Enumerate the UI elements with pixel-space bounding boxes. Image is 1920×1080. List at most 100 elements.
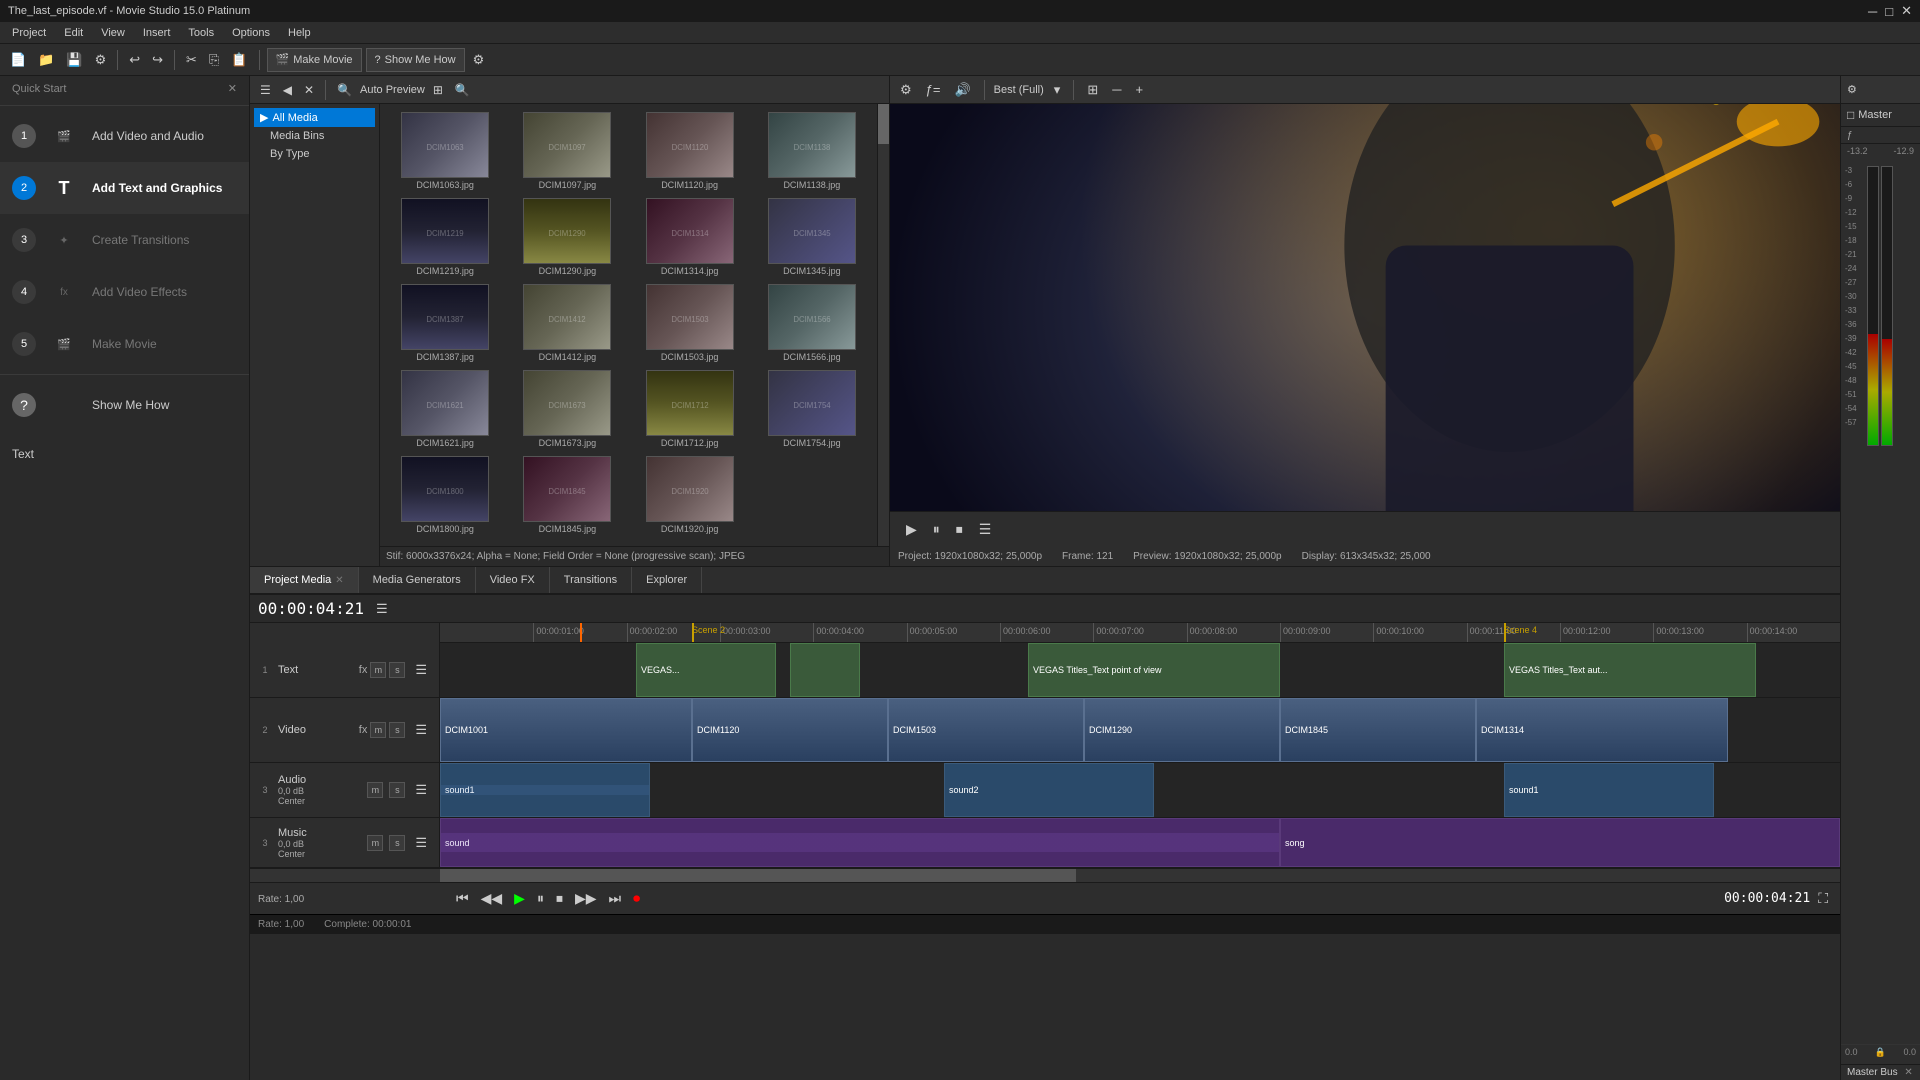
- close-button[interactable]: ✕: [1901, 3, 1912, 19]
- track-video-fx-icon[interactable]: fx: [359, 724, 368, 736]
- prev-frame-button[interactable]: ◀◀: [477, 888, 507, 909]
- media-thumb-t13[interactable]: DCIM1621 DCIM1621.jpg: [388, 370, 502, 448]
- tab-project-media-close[interactable]: ✕: [335, 575, 343, 586]
- tree-all-media[interactable]: ▶ All Media: [254, 108, 375, 127]
- track-video-content[interactable]: DCIM1001 DCIM1120 DCIM1503 DCIM1290 DCIM…: [440, 698, 1840, 762]
- tree-by-type[interactable]: By Type: [254, 145, 375, 163]
- media-thumb-t18[interactable]: DCIM1845 DCIM1845.jpg: [510, 456, 624, 534]
- preview-plus-icon[interactable]: +: [1131, 80, 1147, 99]
- media-zoom-icon[interactable]: 🔍: [451, 81, 474, 99]
- next-frame-button[interactable]: ▶▶: [571, 888, 601, 909]
- media-thumb-t4[interactable]: DCIM1138 DCIM1138.jpg: [755, 112, 869, 190]
- media-menu-icon[interactable]: ☰: [256, 81, 275, 99]
- preview-formula-icon[interactable]: ƒ=: [922, 80, 945, 99]
- media-thumb-t14[interactable]: DCIM1673 DCIM1673.jpg: [510, 370, 624, 448]
- undo-icon[interactable]: ↩: [125, 50, 144, 70]
- clip-dcim1001[interactable]: DCIM1001: [440, 698, 692, 762]
- clip-song[interactable]: song: [1280, 818, 1840, 867]
- track-solo-btn[interactable]: s: [389, 662, 405, 678]
- clip-sound1-a[interactable]: sound1: [440, 763, 650, 817]
- media-search-icon[interactable]: 🔍: [333, 81, 356, 99]
- media-thumb-t10[interactable]: DCIM1412 DCIM1412.jpg: [510, 284, 624, 362]
- media-thumb-t7[interactable]: DCIM1314 DCIM1314.jpg: [633, 198, 747, 276]
- settings-icon[interactable]: ⚙: [91, 50, 111, 70]
- track-music-mute-btn[interactable]: m: [367, 835, 383, 851]
- track-video-menu-icon[interactable]: ☰: [411, 720, 431, 740]
- media-thumb-t8[interactable]: DCIM1345 DCIM1345.jpg: [755, 198, 869, 276]
- fast-forward-button[interactable]: ⏭: [604, 888, 625, 909]
- quickstart-close-button[interactable]: ✕: [228, 82, 237, 95]
- clip-dcim1314[interactable]: DCIM1314: [1476, 698, 1728, 762]
- tree-media-bins[interactable]: Media Bins: [254, 127, 375, 145]
- track-video-mute-btn[interactable]: m: [370, 722, 386, 738]
- track-fx-icon[interactable]: fx: [359, 664, 368, 676]
- clip-dcim1290[interactable]: DCIM1290: [1084, 698, 1280, 762]
- stop-button[interactable]: ⏹: [552, 888, 567, 909]
- media-thumb-t16[interactable]: DCIM1754 DCIM1754.jpg: [755, 370, 869, 448]
- menu-insert[interactable]: Insert: [135, 25, 179, 41]
- menu-project[interactable]: Project: [4, 25, 54, 41]
- track-music-solo-btn[interactable]: s: [389, 835, 405, 851]
- timeline-ruler[interactable]: 00:00:01:0000:00:02:0000:00:03:0000:00:0…: [440, 623, 1840, 643]
- clip-dcim1503[interactable]: DCIM1503: [888, 698, 1084, 762]
- preview-settings-icon[interactable]: ⚙: [896, 80, 916, 100]
- clip-vegas-3[interactable]: VEGAS Titles_Text point of view: [1028, 643, 1280, 697]
- play-button[interactable]: ▶: [510, 888, 529, 909]
- media-thumb-t1[interactable]: DCIM1063 DCIM1063.jpg: [388, 112, 502, 190]
- clip-vegas-1[interactable]: VEGAS...: [636, 643, 776, 697]
- redo-icon[interactable]: ↪: [148, 50, 167, 70]
- track-audio-menu-icon[interactable]: ☰: [411, 780, 431, 800]
- qs-item-showmehow[interactable]: ? Show Me How: [0, 379, 249, 431]
- settings2-icon[interactable]: ⚙: [469, 50, 489, 70]
- track-audio-mute-btn[interactable]: m: [367, 782, 383, 798]
- media-thumb-t11[interactable]: DCIM1503 DCIM1503.jpg: [633, 284, 747, 362]
- restore-button[interactable]: □: [1885, 3, 1893, 19]
- track-audio-solo-btn[interactable]: s: [389, 782, 405, 798]
- track-menu-icon[interactable]: ☰: [411, 660, 431, 680]
- pause-button[interactable]: ⏸: [533, 888, 548, 909]
- new-project-icon[interactable]: 📄: [6, 50, 30, 70]
- preview-quality-dropdown[interactable]: ▾: [1050, 80, 1065, 100]
- timeline-scroll-thumb[interactable]: [440, 869, 1076, 882]
- master-bus-tab[interactable]: Master Bus ✕: [1841, 1064, 1920, 1080]
- preview-play-button[interactable]: ▶: [902, 519, 921, 540]
- qs-item-effects[interactable]: 4 fx Add Video Effects: [0, 266, 249, 318]
- tab-project-media[interactable]: Project Media ✕: [250, 567, 359, 593]
- preview-pause-button[interactable]: ⏸: [929, 519, 944, 540]
- clip-vegas-2[interactable]: [790, 643, 860, 697]
- paste-icon[interactable]: 📋: [227, 50, 251, 70]
- track-mute-btn[interactable]: m: [370, 662, 386, 678]
- timeline-menu-icon[interactable]: ☰: [372, 599, 392, 619]
- minimize-button[interactable]: ─: [1868, 3, 1877, 19]
- cut-icon[interactable]: ✂: [182, 50, 201, 70]
- save-icon[interactable]: 💾: [62, 50, 86, 70]
- show-me-how-button[interactable]: ? Show Me How: [366, 48, 465, 72]
- preview-grid-icon[interactable]: ⊞: [1083, 80, 1102, 100]
- master-lock-icon[interactable]: 🔒: [1875, 1047, 1886, 1058]
- clip-dcim1120[interactable]: DCIM1120: [692, 698, 888, 762]
- media-thumb-t6[interactable]: DCIM1290 DCIM1290.jpg: [510, 198, 624, 276]
- media-thumb-t15[interactable]: DCIM1712 DCIM1712.jpg: [633, 370, 747, 448]
- preview-stop-button[interactable]: ⏹: [952, 519, 967, 540]
- menu-view[interactable]: View: [93, 25, 133, 41]
- clip-dcim1845[interactable]: DCIM1845: [1280, 698, 1476, 762]
- track-text-content[interactable]: VEGAS... VEGAS Titles_Text point of view…: [440, 643, 1840, 697]
- track-music-content[interactable]: sound song: [440, 818, 1840, 867]
- media-scrollbar[interactable]: [877, 104, 889, 546]
- qs-item-makemovie[interactable]: 5 🎬 Make Movie: [0, 318, 249, 370]
- qs-item-transitions[interactable]: 3 ✦ Create Transitions: [0, 214, 249, 266]
- media-thumb-t12[interactable]: DCIM1566 DCIM1566.jpg: [755, 284, 869, 362]
- menu-options[interactable]: Options: [224, 25, 278, 41]
- clip-vegas-4[interactable]: VEGAS Titles_Text aut...: [1504, 643, 1756, 697]
- open-icon[interactable]: 📁: [34, 50, 58, 70]
- clip-sound1-b[interactable]: sound1: [1504, 763, 1714, 817]
- track-audio-content[interactable]: sound1 sound2 sound1: [440, 763, 1840, 817]
- preview-minus-icon[interactable]: ─: [1108, 80, 1125, 99]
- record-button[interactable]: ⏺: [629, 888, 644, 909]
- make-movie-button[interactable]: 🎬 Make Movie: [267, 48, 362, 72]
- media-thumb-t2[interactable]: DCIM1097 DCIM1097.jpg: [510, 112, 624, 190]
- media-scroll-thumb[interactable]: [878, 104, 889, 144]
- media-back-icon[interactable]: ◀: [279, 81, 296, 99]
- tab-transitions[interactable]: Transitions: [550, 567, 632, 593]
- copy-icon[interactable]: ⎘: [205, 50, 223, 70]
